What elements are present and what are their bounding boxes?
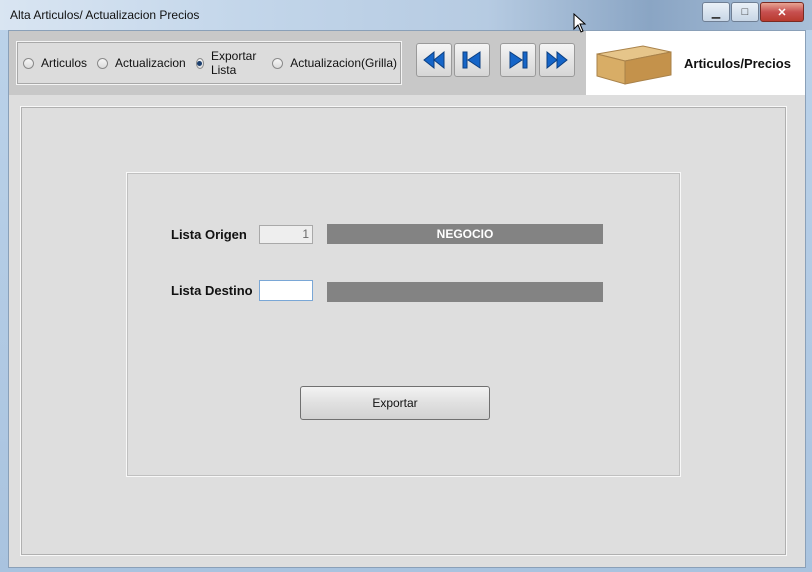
radio-label: Actualizacion (115, 56, 186, 70)
last-record-icon (546, 50, 568, 70)
radio-exportar-lista[interactable]: Exportar Lista (195, 49, 263, 77)
radio-selected-icon (195, 57, 204, 69)
maximize-icon: □ (741, 6, 749, 18)
outer-panel: Lista Origen 1 NEGOCIO Lista Destino Exp… (20, 106, 787, 556)
lista-origen-label: Lista Origen (171, 227, 247, 242)
radio-articulos[interactable]: Articulos (23, 56, 87, 70)
last-record-button[interactable] (539, 43, 575, 77)
previous-record-icon (462, 51, 481, 69)
next-record-icon (509, 51, 528, 69)
app-window: Alta Articulos/ Actualizacion Precios ▁ … (0, 0, 812, 572)
previous-record-button[interactable] (454, 43, 490, 77)
mode-radio-group: Articulos Actualizacion Exportar Lista A… (16, 41, 402, 85)
lista-origen-field: 1 (259, 225, 313, 244)
window-title: Alta Articulos/ Actualizacion Precios (10, 8, 200, 22)
radio-button-icon (97, 57, 109, 69)
window-controls: ▁ □ ✕ (701, 2, 804, 22)
title-bar[interactable]: Alta Articulos/ Actualizacion Precios ▁ … (0, 0, 812, 30)
close-button[interactable]: ✕ (760, 2, 804, 22)
minimize-icon: ▁ (711, 6, 721, 19)
brand-label: Articulos/Precios (684, 56, 791, 71)
close-icon: ✕ (777, 6, 787, 19)
lista-destino-name (327, 282, 603, 302)
radio-label: Actualizacion(Grilla) (290, 56, 397, 70)
lista-destino-label: Lista Destino (171, 283, 253, 298)
radio-actualizacion-grilla[interactable]: Actualizacion(Grilla) (272, 56, 397, 70)
radio-label: Articulos (41, 56, 88, 70)
next-record-button[interactable] (500, 43, 536, 77)
maximize-button[interactable]: □ (731, 2, 759, 22)
export-panel: Lista Origen 1 NEGOCIO Lista Destino Exp… (126, 172, 681, 477)
mouse-cursor-icon (573, 13, 587, 33)
box-icon (596, 45, 672, 85)
first-record-icon (423, 50, 445, 70)
minimize-button[interactable]: ▁ (702, 2, 730, 22)
exportar-button[interactable]: Exportar (300, 386, 490, 420)
brand-panel: Articulos/Precios (586, 31, 805, 95)
client-area: Articulos Actualizacion Exportar Lista A… (8, 30, 806, 568)
lista-origen-name: NEGOCIO (327, 224, 603, 244)
radio-label: Exportar Lista (210, 49, 257, 77)
lista-destino-input[interactable] (259, 280, 313, 301)
radio-actualizacion[interactable]: Actualizacion (97, 56, 186, 70)
radio-button-icon (272, 57, 284, 69)
radio-button-icon (23, 57, 34, 69)
first-record-button[interactable] (416, 43, 452, 77)
toolbar: Articulos Actualizacion Exportar Lista A… (9, 31, 805, 95)
